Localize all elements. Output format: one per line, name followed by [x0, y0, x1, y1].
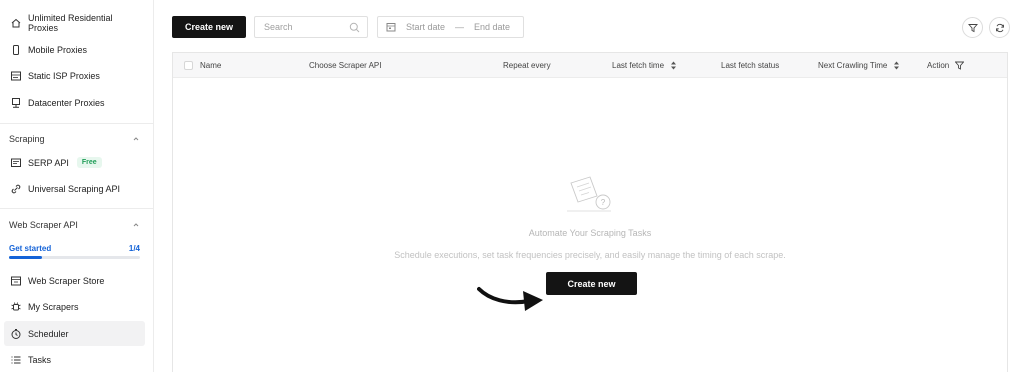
search-placeholder: Search [264, 22, 293, 32]
sort-icon[interactable] [670, 61, 677, 70]
create-new-task-button[interactable]: Create new [546, 272, 637, 295]
filter-button[interactable] [962, 17, 983, 38]
sidebar-item-label: Tasks [28, 354, 52, 365]
column-header-action[interactable]: Action [927, 53, 965, 78]
column-header-name: Name [200, 53, 221, 78]
sidebar-item-serp-api[interactable]: SERP API Free [4, 150, 145, 175]
sidebar-item-label: Unlimited Residential Proxies [28, 12, 113, 33]
empty-document-icon: ? [567, 176, 611, 212]
progress-count: 1/4 [128, 244, 140, 253]
column-label: Repeat every [503, 61, 551, 70]
sidebar-item-label: Scheduler [28, 328, 69, 339]
refresh-button[interactable] [989, 17, 1010, 38]
sidebar-item-label: My Scrapers [28, 301, 79, 312]
sidebar-item-label: Universal Scraping API [28, 183, 121, 194]
progress-fill [9, 256, 42, 259]
get-started-progress-label[interactable]: Get started 1/4 [9, 244, 140, 253]
empty-state-subtitle: Schedule executions, set task frequencie… [394, 250, 786, 260]
create-new-button[interactable]: Create new [172, 16, 246, 38]
column-label: Last fetch status [721, 61, 780, 70]
spider-icon [10, 301, 22, 313]
column-label: Next Crawling Time [818, 61, 888, 70]
column-label: Action [927, 61, 950, 70]
search-icon [349, 22, 360, 33]
sort-icon[interactable] [893, 61, 900, 70]
sidebar-item-label: Web Scraper Store [28, 275, 105, 286]
sidebar-item-label: Mobile Proxies [28, 44, 88, 55]
sidebar-section-scraping[interactable]: Scraping [9, 132, 141, 146]
column-label: Name [200, 61, 222, 70]
server-icon [10, 70, 22, 82]
mobile-icon [10, 44, 22, 56]
section-title: Scraping [9, 134, 45, 144]
progress-title: Get started [9, 244, 52, 253]
store-icon [10, 275, 22, 287]
column-header-last-fetch-time[interactable]: Last fetch time [612, 53, 677, 78]
empty-state-title: Automate Your Scraping Tasks [528, 228, 652, 238]
clock-icon [10, 328, 22, 340]
chevron-up-icon [131, 220, 141, 230]
column-header-repeat-every: Repeat every [503, 53, 551, 78]
link-icon [10, 183, 22, 195]
sidebar-item-label: Static ISP Proxies [28, 70, 100, 81]
sidebar-item-tasks[interactable]: Tasks [4, 347, 145, 372]
sidebar-item-my-scrapers[interactable]: My Scrapers [4, 294, 145, 319]
search-input[interactable]: Search [254, 16, 368, 38]
sidebar-divider [0, 208, 154, 209]
sidebar-item-universal-scraping-api[interactable]: Universal Scraping API [4, 176, 145, 201]
sidebar: Unlimited Residential Proxies Mobile Pro… [0, 0, 154, 372]
filter-icon [967, 23, 978, 32]
sidebar-item-mobile-proxies[interactable]: Mobile Proxies [4, 37, 145, 62]
section-title: Web Scraper API [9, 220, 78, 230]
free-badge: Free [76, 157, 102, 168]
sidebar-divider [0, 123, 154, 124]
sidebar-item-unlimited-residential-proxies[interactable]: Unlimited Residential Proxies [4, 10, 145, 35]
sidebar-item-label: Datacenter Proxies [28, 97, 105, 108]
sidebar-item-datacenter-proxies[interactable]: Datacenter Proxies [4, 90, 145, 115]
end-date-field[interactable]: End date [474, 22, 510, 32]
get-started-progress-bar [9, 256, 140, 259]
list-icon [10, 354, 22, 366]
serp-icon [10, 157, 22, 169]
sidebar-item-web-scraper-store[interactable]: Web Scraper Store [4, 268, 145, 293]
calendar-icon [386, 22, 396, 32]
svg-text:?: ? [601, 198, 606, 207]
sidebar-item-label: SERP API [28, 157, 69, 168]
date-range-picker[interactable]: Start date — End date [377, 16, 524, 38]
column-header-choose-scraper-api: Choose Scraper API [309, 53, 381, 78]
column-label: Last fetch time [612, 61, 665, 70]
column-header-last-fetch-status: Last fetch status [721, 53, 779, 78]
sidebar-item-static-isp-proxies[interactable]: Static ISP Proxies [4, 63, 145, 88]
select-all-checkbox[interactable] [184, 61, 193, 70]
chevron-up-icon [131, 134, 141, 144]
curved-arrow-icon [477, 287, 543, 311]
table-header: Name Choose Scraper API Repeat every Las… [173, 53, 1007, 78]
datacenter-icon [10, 97, 22, 109]
home-icon [10, 17, 22, 29]
column-label: Choose Scraper API [309, 61, 382, 70]
sidebar-item-scheduler[interactable]: Scheduler [4, 321, 145, 346]
date-separator: — [455, 22, 465, 32]
filter-icon[interactable] [955, 61, 965, 70]
refresh-icon [995, 23, 1004, 32]
sidebar-section-web-scraper-api[interactable]: Web Scraper API [9, 218, 141, 232]
column-header-next-crawling-time[interactable]: Next Crawling Time [818, 53, 900, 78]
start-date-field[interactable]: Start date [406, 22, 445, 32]
